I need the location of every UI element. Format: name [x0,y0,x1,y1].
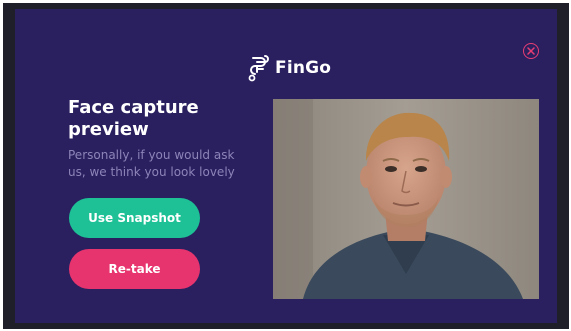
brand-name: FinGo [275,58,332,78]
close-button[interactable] [523,43,539,59]
app-frame: FinGo Face capture preview Personally, i… [3,3,569,329]
close-circle-icon [527,47,535,55]
dialog-title: Face capture preview [68,97,199,140]
retake-button[interactable]: Re-take [69,249,200,289]
face-capture-dialog: FinGo Face capture preview Personally, i… [15,9,557,323]
dialog-subtitle: Personally, if you would ask us, we thin… [68,148,235,179]
face-capture-preview [273,99,539,299]
captured-face-image [273,99,539,299]
use-snapshot-button[interactable]: Use Snapshot [69,198,200,238]
fingo-logo-icon [248,55,269,82]
brand-logo: FinGo [247,53,331,83]
